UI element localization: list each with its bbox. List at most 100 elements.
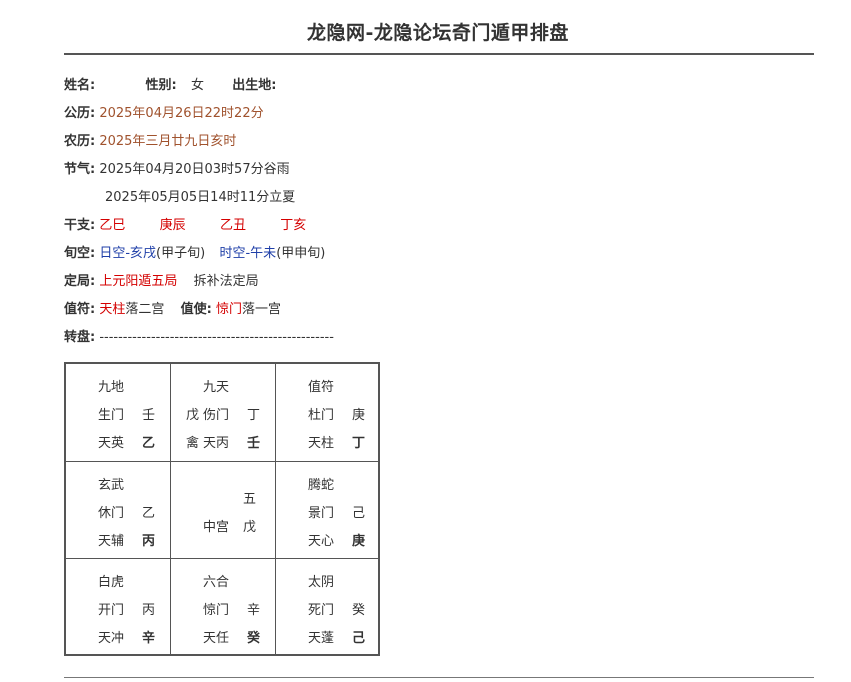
ganzhi-day: 乙丑 — [219, 218, 246, 233]
jieqi-value-2: 2025年05月05日14时11分立夏 — [105, 190, 296, 205]
jieqi-value-1: 2025年04月20日03时57分谷雨 — [99, 162, 290, 177]
jieqi-row: 节气: 2025年04月20日03时57分谷雨 — [64, 161, 290, 179]
zhifu-row: 值符: 天柱落二宫 值使: 惊门落一宫 — [64, 301, 281, 319]
ganzhi-hour: 丁亥 — [280, 218, 307, 233]
palace-9-door-stem: 癸 — [352, 603, 366, 618]
palace-8: 六合 惊门 辛 天任 癸 — [171, 559, 275, 656]
palace-2-extra-stem: 戊 — [186, 408, 200, 423]
palace-2-god: 九天 — [203, 380, 230, 395]
palace-board: 九地 生门 壬 天英 乙 九天 戊 伤门 丁 禽 天丙 壬 值符 杜门 庚 天柱… — [64, 362, 380, 656]
dingju-method: 拆补法定局 — [193, 274, 259, 289]
name-row: 姓名: 性别: 女 出生地: — [64, 77, 276, 95]
palace-4-door-stem: 乙 — [142, 506, 156, 521]
palace-6: 腾蛇 景门 己 天心 庚 — [276, 462, 380, 559]
palace-3: 值符 杜门 庚 天柱 丁 — [276, 364, 380, 461]
palace-4-star: 天辅 — [98, 534, 125, 549]
palace-5-number: 五 — [243, 492, 257, 507]
zhuanpan-row: 转盘: ------------------------------------… — [64, 329, 334, 347]
palace-9-star: 天蓬 — [308, 631, 335, 646]
palace-3-star: 天柱 — [308, 436, 335, 451]
shikong-xun: (甲申旬) — [276, 246, 326, 261]
gender-label: 性别: — [145, 78, 177, 93]
name-label: 姓名: — [64, 78, 96, 93]
zhishi-label: 值使: — [180, 302, 212, 317]
palace-7-star: 天冲 — [98, 631, 125, 646]
dingju-row: 定局: 上元阳遁五局 拆补法定局 — [64, 273, 259, 291]
solar-label: 公历: — [64, 106, 96, 121]
palace-2: 九天 戊 伤门 丁 禽 天丙 壬 — [171, 364, 275, 461]
palace-9-god: 太阴 — [308, 575, 335, 590]
solar-row: 公历: 2025年04月26日22时22分 — [64, 105, 264, 123]
jieqi-row-2: 2025年05月05日14时11分立夏 — [105, 189, 295, 207]
zhuanpan-line: ----------------------------------------… — [99, 330, 334, 345]
palace-9: 太阴 死门 癸 天蓬 己 — [276, 559, 380, 656]
palace-3-door: 杜门 — [308, 408, 335, 423]
palace-6-door: 景门 — [308, 506, 335, 521]
shikong: 时空-午未 — [219, 246, 277, 261]
palace-4: 玄武 休门 乙 天辅 丙 — [66, 462, 170, 559]
palace-8-star: 天任 — [203, 631, 230, 646]
palace-1-star-stem: 乙 — [142, 436, 156, 451]
palace-9-door: 死门 — [308, 603, 335, 618]
palace-8-door-stem: 辛 — [247, 603, 261, 618]
xunkong-label: 旬空: — [64, 246, 96, 261]
palace-8-door: 惊门 — [203, 603, 230, 618]
dingju-label: 定局: — [64, 274, 96, 289]
palace-2-star-stem: 壬 — [247, 436, 261, 451]
palace-7-star-stem: 辛 — [142, 631, 156, 646]
rikong: 日空-亥戌 — [99, 246, 157, 261]
palace-8-star-stem: 癸 — [247, 631, 261, 646]
palace-6-star: 天心 — [308, 534, 335, 549]
palace-6-star-stem: 庚 — [352, 534, 366, 549]
palace-4-star-stem: 丙 — [142, 534, 156, 549]
palace-3-god: 值符 — [308, 380, 335, 395]
palace-5-stem: 戊 — [243, 520, 257, 535]
rikong-xun: (甲子旬) — [156, 246, 206, 261]
lunar-value: 2025年三月廿九日亥时 — [99, 134, 237, 149]
palace-7: 白虎 开门 丙 天冲 辛 — [66, 559, 170, 656]
palace-7-god: 白虎 — [98, 575, 125, 590]
ganzhi-row: 干支: 乙巳 庚辰 乙丑 丁亥 — [64, 217, 306, 235]
top-divider — [64, 53, 814, 55]
solar-value: 2025年04月26日22时22分 — [99, 106, 264, 121]
palace-9-star-stem: 己 — [352, 631, 366, 646]
page-title: 龙隐网-龙隐论坛奇门遁甲排盘 — [307, 22, 569, 44]
palace-6-god: 腾蛇 — [308, 478, 335, 493]
zhuanpan-label: 转盘: — [64, 330, 96, 345]
xunkong-row: 旬空: 日空-亥戌(甲子旬) 时空-午未(甲申旬) — [64, 245, 325, 263]
palace-7-door-stem: 丙 — [142, 603, 156, 618]
palace-3-door-stem: 庚 — [352, 408, 366, 423]
zhifu-palace: 落二宫 — [125, 302, 165, 317]
lunar-label: 农历: — [64, 134, 96, 149]
ganzhi-year: 乙巳 — [99, 218, 126, 233]
lunar-row: 农历: 2025年三月廿九日亥时 — [64, 133, 236, 151]
palace-2-star: 天丙 — [203, 436, 230, 451]
ganzhi-label: 干支: — [64, 218, 96, 233]
palace-1-door: 生门 — [98, 408, 125, 423]
bottom-divider — [64, 677, 814, 678]
palace-2-door: 伤门 — [203, 408, 230, 423]
jieqi-label: 节气: — [64, 162, 96, 177]
zhishi-door: 惊门 — [216, 302, 243, 317]
dingju-value: 上元阳遁五局 — [99, 274, 178, 289]
ganzhi-month: 庚辰 — [159, 218, 186, 233]
palace-2-extra-star: 禽 — [186, 436, 200, 451]
palace-2-door-stem: 丁 — [247, 408, 261, 423]
gender-value: 女 — [190, 78, 204, 93]
palace-4-god: 玄武 — [98, 478, 125, 493]
zhifu-star: 天柱 — [99, 302, 126, 317]
zhifu-label: 值符: — [64, 302, 96, 317]
palace-8-god: 六合 — [203, 575, 230, 590]
palace-1-star: 天英 — [98, 436, 125, 451]
birthplace-label: 出生地: — [232, 78, 277, 93]
palace-1-door-stem: 壬 — [142, 408, 156, 423]
palace-6-door-stem: 己 — [352, 506, 366, 521]
palace-3-star-stem: 丁 — [352, 436, 366, 451]
zhishi-palace: 落一宫 — [242, 302, 282, 317]
palace-5-center: 五 中宫 戊 — [171, 462, 275, 559]
palace-5-label: 中宫 — [203, 520, 230, 535]
palace-4-door: 休门 — [98, 506, 125, 521]
palace-7-door: 开门 — [98, 603, 125, 618]
palace-1-god: 九地 — [98, 380, 125, 395]
palace-1: 九地 生门 壬 天英 乙 — [66, 364, 170, 461]
